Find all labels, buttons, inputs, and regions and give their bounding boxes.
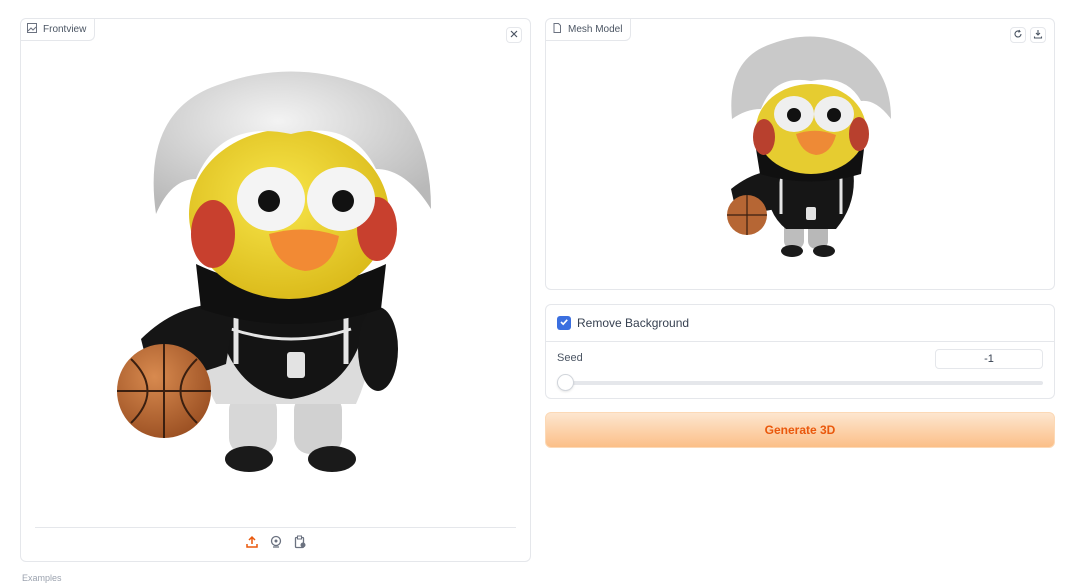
frontview-image <box>117 71 431 472</box>
seed-slider-track[interactable] <box>557 381 1043 385</box>
remove-background-checkbox[interactable] <box>557 316 571 330</box>
frontview-panel: Frontview <box>20 18 531 562</box>
clipboard-icon <box>293 535 307 554</box>
mesh-model-panel: Mesh Model <box>545 18 1055 290</box>
options-divider <box>546 341 1054 342</box>
seed-label: Seed <box>557 352 583 364</box>
webcam-button[interactable] <box>269 535 283 554</box>
clipboard-button[interactable] <box>293 535 307 554</box>
mesh-model-viewer[interactable] <box>546 19 1056 291</box>
webcam-icon <box>269 535 283 554</box>
remove-background-label[interactable]: Remove Background <box>577 316 689 330</box>
check-icon <box>559 314 569 332</box>
seed-slider-handle[interactable] <box>557 374 574 391</box>
seed-input[interactable]: -1 <box>935 349 1043 369</box>
generate-3d-button[interactable]: Generate 3D <box>545 412 1055 448</box>
image-source-toolbar <box>35 527 516 561</box>
mesh-character-figure <box>727 36 891 257</box>
options-panel: Remove Background Seed -1 <box>545 304 1055 399</box>
examples-label: Examples <box>22 573 62 583</box>
upload-button[interactable] <box>245 535 259 554</box>
upload-icon <box>245 535 259 554</box>
character-figure <box>117 71 431 472</box>
